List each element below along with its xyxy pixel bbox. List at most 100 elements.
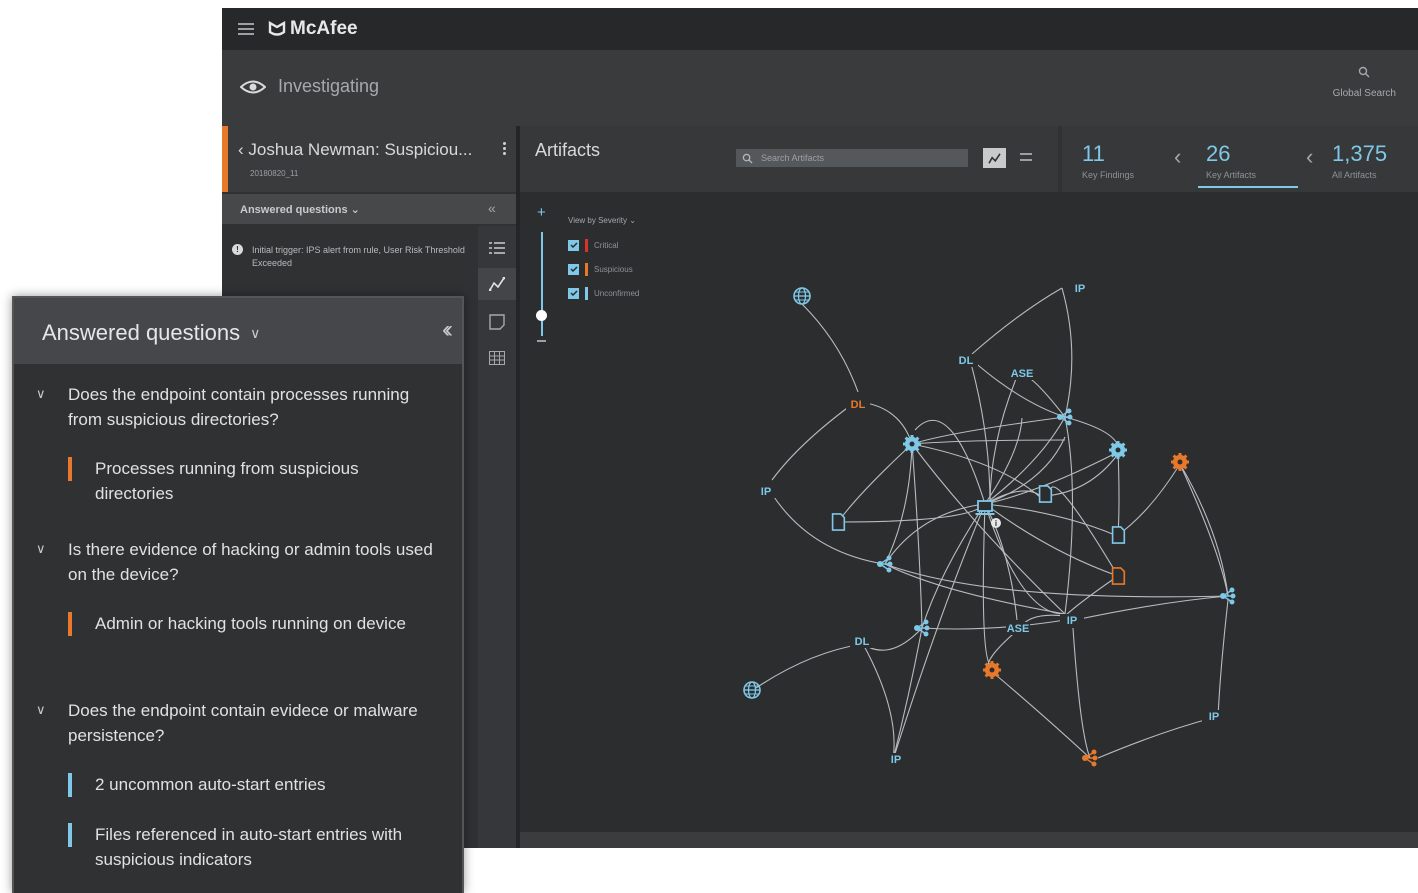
chevron-down-icon[interactable]: ∨ <box>36 381 56 431</box>
question-text: Does the endpoint contain evidece or mal… <box>68 701 418 745</box>
search-icon <box>742 153 753 164</box>
answer-text: Processes running from suspicious direct… <box>95 459 359 503</box>
chevron-down-icon[interactable]: ∨ <box>36 697 56 747</box>
view-toolbar <box>478 226 516 848</box>
severity-bar <box>68 612 72 636</box>
chevron-left-icon: ‹ <box>1306 144 1314 169</box>
chevron-down-icon[interactable]: ∨ <box>36 536 56 586</box>
severity-bar <box>68 457 72 481</box>
answered-questions-bar[interactable]: Answered questions ⌄ « <box>222 194 516 224</box>
eye-icon <box>240 80 266 93</box>
count-key-artifacts[interactable]: 26 Key Artifacts <box>1206 142 1257 181</box>
brand-name: McAfee <box>290 18 358 39</box>
trigger-text: Initial trigger: IPS alert from rule, Us… <box>252 245 465 268</box>
hamburger-menu-icon[interactable] <box>238 23 254 35</box>
question-item[interactable]: ∨ Is there evidence of hacking or admin … <box>36 537 436 587</box>
chevron-left-icon: ‹ <box>1174 144 1182 169</box>
notes-view-button[interactable] <box>478 306 516 338</box>
severity-bar <box>68 823 72 847</box>
graph-icon <box>988 152 1001 164</box>
count-all-artifacts[interactable]: 1,375 All Artifacts <box>1332 141 1388 181</box>
section-title: Investigating <box>278 76 380 96</box>
key-findings-count: 11 <box>1082 141 1105 166</box>
answer-item[interactable]: Processes running from suspicious direct… <box>68 456 408 506</box>
list-icon <box>489 242 505 254</box>
file-icon[interactable] <box>1038 485 1053 503</box>
gear-icon[interactable] <box>982 660 1002 680</box>
graph-nodes: i IP DL ASE DL IP ASE IP DL IP IP <box>743 282 1237 768</box>
gear-icon[interactable] <box>902 434 922 454</box>
question-item[interactable]: ∨ Does the endpoint contain evidece or m… <box>36 698 436 748</box>
graph-horizontal-scrollbar[interactable] <box>520 832 1418 848</box>
count-key-findings[interactable]: 11 Key Findings <box>1082 141 1134 181</box>
case-more-icon[interactable] <box>503 142 506 157</box>
chevron-down-icon[interactable]: ∨ <box>250 325 260 341</box>
case-title-text: Joshua Newman: Suspiciou... <box>248 140 473 159</box>
mcafee-logo: McAfee <box>268 18 358 40</box>
info-icon: ! <box>232 244 243 255</box>
back-chevron-icon[interactable]: ‹ <box>238 140 248 159</box>
answer-item[interactable]: 2 uncommon auto-start entries <box>68 772 408 797</box>
question-text: Does the endpoint contain processes runn… <box>68 385 410 429</box>
file-icon[interactable] <box>1111 526 1126 544</box>
node-label-dl-1[interactable]: DL <box>851 399 866 411</box>
globe-icon[interactable] <box>793 287 811 305</box>
node-label-ip-3[interactable]: IP <box>1067 615 1077 627</box>
gear-icon[interactable] <box>1108 440 1128 460</box>
table-icon <box>489 351 505 365</box>
artifacts-header: Artifacts Search Artifacts <box>520 126 1058 192</box>
table-view-button[interactable] <box>478 342 516 374</box>
artifacts-title: Artifacts <box>535 140 601 160</box>
case-id: 20180820_11 <box>250 169 299 178</box>
active-count-indicator <box>1198 186 1298 188</box>
case-title[interactable]: ‹ Joshua Newman: Suspiciou... <box>238 140 472 160</box>
node-label-ase-2[interactable]: ASE <box>1007 623 1030 635</box>
file-icon[interactable] <box>831 513 846 531</box>
answer-text: 2 uncommon auto-start entries <box>95 775 326 794</box>
chevron-down-icon: ⌄ <box>350 204 360 216</box>
collapse-panel-icon[interactable]: « <box>488 200 496 216</box>
question-item[interactable]: ∨ Does the endpoint contain processes ru… <box>36 382 436 432</box>
answered-questions-header[interactable]: Answered questions ∨ ‹‹ <box>14 298 462 364</box>
node-label-ip-5[interactable]: IP <box>1209 711 1219 723</box>
node-label-ip-2[interactable]: IP <box>761 486 771 498</box>
key-artifacts-label: Key Artifacts <box>1206 170 1257 180</box>
case-header: ‹ Joshua Newman: Suspiciou... 20180820_1… <box>222 126 516 192</box>
gear-icon[interactable] <box>1170 452 1190 472</box>
tag-icon <box>489 314 505 330</box>
collapse-panel-icon[interactable]: ‹‹ <box>442 316 453 344</box>
search-artifacts-input[interactable]: Search Artifacts <box>736 149 968 167</box>
panel-title-text: Answered questions <box>42 320 241 345</box>
node-label-dl-2[interactable]: DL <box>959 355 974 367</box>
graph-toggle-button[interactable] <box>983 148 1006 168</box>
search-icon <box>1359 66 1370 78</box>
node-label-ip-1[interactable]: IP <box>1075 283 1085 295</box>
artifact-graph[interactable]: i IP DL ASE DL IP ASE IP DL IP IP <box>520 192 1418 832</box>
list-toggle-icon[interactable] <box>1020 153 1032 161</box>
global-search-button[interactable]: Global Search <box>1333 66 1396 99</box>
answered-questions-text: Answered questions <box>240 204 348 216</box>
node-label-ase-1[interactable]: ASE <box>1011 368 1034 380</box>
all-artifacts-label: All Artifacts <box>1332 170 1377 180</box>
global-search-label: Global Search <box>1332 88 1396 99</box>
answered-questions-label: Answered questions ⌄ <box>240 203 360 216</box>
list-view-button[interactable] <box>478 232 516 264</box>
initial-trigger: ! Initial trigger: IPS alert from rule, … <box>232 244 472 270</box>
search-placeholder: Search Artifacts <box>761 153 825 163</box>
graph-view-button[interactable] <box>478 268 516 300</box>
all-artifacts-count: 1,375 <box>1332 141 1388 166</box>
top-bar: McAfee <box>222 8 1418 50</box>
answered-questions-panel: Answered questions ∨ ‹‹ ∨ Does the endpoi… <box>12 296 464 893</box>
answer-item[interactable]: Admin or hacking tools running on device <box>68 611 408 636</box>
file-icon[interactable] <box>1111 567 1126 585</box>
share-node-icon[interactable] <box>1056 407 1074 427</box>
node-label-dl-3[interactable]: DL <box>855 636 870 648</box>
mcafee-shield-icon <box>268 21 286 36</box>
graph-icon <box>489 277 505 291</box>
share-node-icon[interactable] <box>876 554 894 574</box>
node-label-ip-4[interactable]: IP <box>891 754 901 766</box>
artifact-graph-canvas[interactable]: + View by Severity ⌄ Critical Suspicious… <box>520 192 1418 832</box>
answer-item[interactable]: Files referenced in auto-start entries w… <box>68 822 408 872</box>
globe-icon[interactable] <box>743 681 761 699</box>
answer-text: Files referenced in auto-start entries w… <box>95 825 403 869</box>
